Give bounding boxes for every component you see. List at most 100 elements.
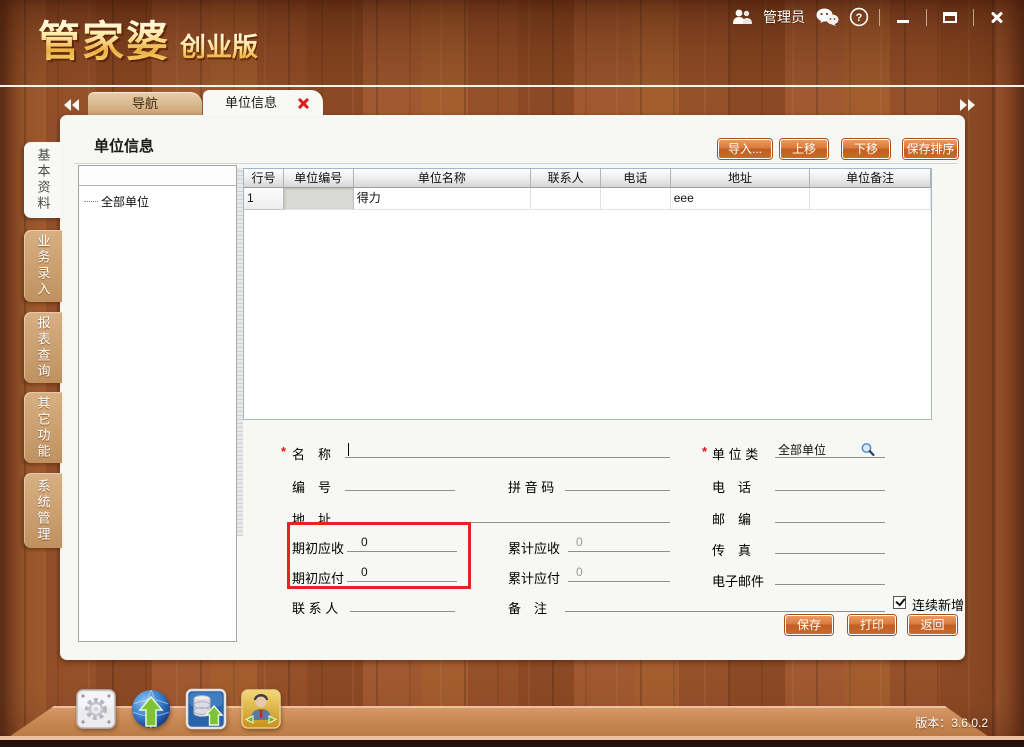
sidebar-item-other-functions[interactable]: 其它功能 <box>24 392 62 463</box>
tab-close-icon[interactable] <box>298 98 309 109</box>
logo-sub-text: 创业版 <box>180 32 258 62</box>
cell-phone[interactable] <box>601 188 671 210</box>
cell-unit-remark[interactable] <box>810 188 931 210</box>
logo-main-text: 管家婆 <box>38 18 170 65</box>
tree-branch-line <box>84 201 98 202</box>
header-divider <box>0 85 1024 87</box>
tab-unit-info-label: 单位信息 <box>225 95 277 110</box>
version-label: 版本：3.6.0.2 <box>915 714 988 731</box>
pinyin-label: 拼 音 码 <box>508 477 554 496</box>
zip-label: 邮 编 <box>712 509 751 528</box>
fax-field[interactable] <box>775 537 885 554</box>
column-header-address[interactable]: 地址 <box>671 169 811 188</box>
sidebar-item-business-entry[interactable]: 业务录入 <box>24 230 62 302</box>
column-header-unit-code[interactable]: 单位编号 <box>284 169 354 188</box>
import-button[interactable]: 导入... <box>718 139 772 159</box>
help-icon[interactable]: ? <box>849 7 869 27</box>
cum-receivable-label: 累计应收 <box>508 538 560 557</box>
tree-item-label: 全部单位 <box>101 193 149 210</box>
maximize-icon <box>943 12 957 23</box>
fax-label: 传 真 <box>712 540 751 559</box>
unit-info-panel: 单位信息 导入... 上移 下移 保存排序 全部单位 行号 单位编号 单位名称 … <box>60 115 965 660</box>
phone-label: 电 话 <box>712 477 751 496</box>
users-icon <box>731 8 753 26</box>
contact-label: 联 系 人 <box>292 598 338 617</box>
save-button[interactable]: 保存 <box>785 615 833 635</box>
move-up-button[interactable]: 上移 <box>780 139 828 159</box>
svg-text:?: ? <box>856 12 863 24</box>
tab-navigation[interactable]: 导航 <box>88 92 202 116</box>
tab-unit-info[interactable]: 单位信息 <box>203 90 323 116</box>
init-receivable-label: 期初应收 <box>292 538 344 557</box>
tree-header <box>79 166 236 186</box>
app-logo: 管家婆创业版 <box>38 8 258 69</box>
cell-unit-code[interactable] <box>284 188 354 210</box>
email-field[interactable] <box>775 568 885 585</box>
column-header-row-number[interactable]: 行号 <box>244 169 284 188</box>
cum-payable-field: 0 <box>568 565 670 582</box>
tab-scroll-left-button[interactable] <box>64 99 79 111</box>
scroll-left-icon <box>72 99 79 111</box>
pinyin-field[interactable] <box>565 474 670 491</box>
scroll-right-icon <box>960 99 967 111</box>
page-title: 单位信息 <box>94 135 154 156</box>
app-window: 管家婆创业版 管理员 ? <box>0 0 1024 747</box>
dock-network-icon[interactable] <box>130 688 172 730</box>
close-button[interactable] <box>984 7 1010 27</box>
name-field[interactable] <box>345 441 670 458</box>
bottom-strip <box>0 740 1024 747</box>
email-label: 电子邮件 <box>712 571 764 590</box>
titlebar-controls: 管理员 ? <box>731 4 1010 30</box>
minimize-button[interactable] <box>890 7 916 27</box>
magnifier-icon[interactable] <box>860 442 876 458</box>
print-button[interactable]: 打印 <box>848 615 896 635</box>
tree-item-all-units[interactable]: 全部单位 <box>84 193 149 210</box>
column-header-phone[interactable]: 电话 <box>601 169 671 188</box>
titlebar-separator <box>926 9 927 26</box>
remark-label: 备 注 <box>508 598 547 617</box>
dock-user-switch-icon[interactable] <box>240 688 282 730</box>
tab-scroll-right-button[interactable] <box>960 99 975 111</box>
sidebar-item-basic-data[interactable]: 基本资料 <box>24 142 62 218</box>
address-field[interactable] <box>345 506 670 523</box>
contact-field[interactable] <box>350 595 455 612</box>
sidebar-item-report-query[interactable]: 报表查询 <box>24 312 62 383</box>
maximize-button[interactable] <box>937 7 963 27</box>
wechat-icon[interactable] <box>815 7 839 27</box>
column-header-unit-name[interactable]: 单位名称 <box>354 169 531 188</box>
phone-field[interactable] <box>775 474 885 491</box>
table-row[interactable]: 1 得力 eee <box>244 188 931 210</box>
cell-contact[interactable] <box>531 188 601 210</box>
cell-address[interactable]: eee <box>671 188 811 210</box>
init-receivable-field[interactable]: 0 <box>347 535 457 552</box>
zip-field[interactable] <box>775 506 885 523</box>
sidebar-item-system-management[interactable]: 系统管理 <box>24 473 62 548</box>
cum-receivable-field: 0 <box>568 535 670 552</box>
cell-row-number[interactable]: 1 <box>244 188 284 210</box>
category-label: 单 位 类 <box>712 444 758 463</box>
cell-unit-name[interactable]: 得力 <box>354 188 531 210</box>
return-button[interactable]: 返回 <box>908 615 957 635</box>
save-order-button[interactable]: 保存排序 <box>903 139 958 159</box>
dock-backup-icon[interactable] <box>185 688 227 730</box>
continuous-add-checkbox[interactable] <box>893 596 906 609</box>
cum-payable-label: 累计应付 <box>508 568 560 587</box>
title-separator <box>74 163 958 164</box>
current-user-label: 管理员 <box>763 7 805 27</box>
scroll-right-icon <box>968 99 975 111</box>
titlebar-separator <box>879 9 880 26</box>
address-label: 地 址 <box>292 509 331 528</box>
code-field[interactable] <box>345 474 455 491</box>
move-down-button[interactable]: 下移 <box>842 139 890 159</box>
column-header-unit-remark[interactable]: 单位备注 <box>810 169 931 188</box>
continuous-add-label: 连续新增 <box>912 595 964 614</box>
unit-tree-panel: 全部单位 <box>78 165 237 642</box>
unit-table: 行号 单位编号 单位名称 联系人 电话 地址 单位备注 1 得力 eee <box>243 168 932 420</box>
close-icon <box>990 10 1004 24</box>
init-payable-label: 期初应付 <box>292 568 344 587</box>
remark-field[interactable] <box>565 595 885 612</box>
init-payable-field[interactable]: 0 <box>347 565 457 582</box>
name-label: 名 称 <box>292 444 331 463</box>
dock-settings-icon[interactable] <box>75 688 117 730</box>
column-header-contact[interactable]: 联系人 <box>531 169 601 188</box>
